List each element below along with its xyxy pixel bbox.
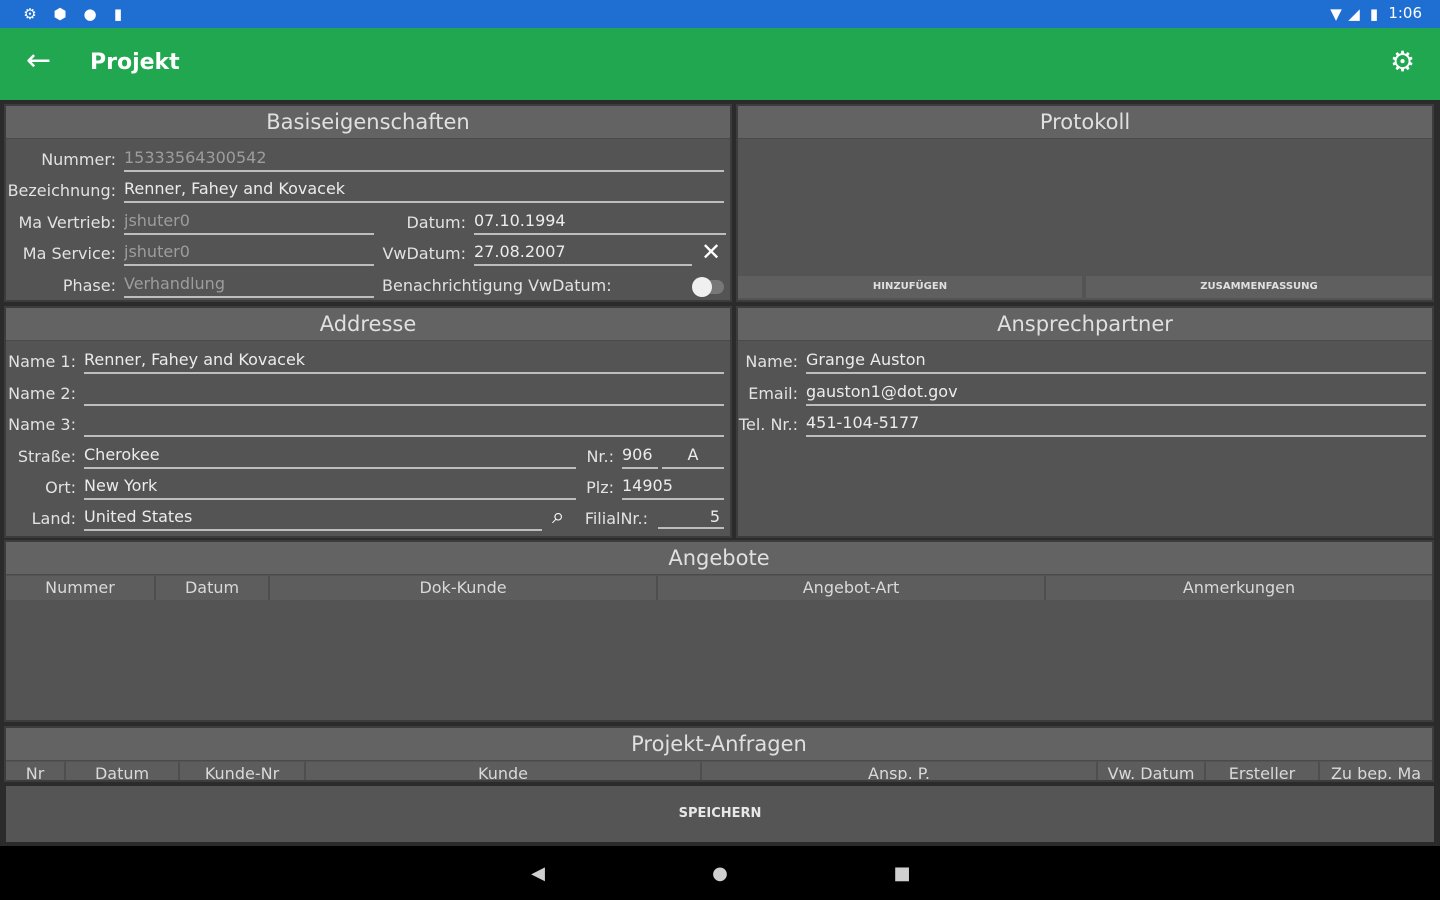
name3-label: Name 3: <box>8 415 76 434</box>
col-nummer[interactable]: Nummer <box>6 576 156 600</box>
hinzufuegen-button[interactable]: HINZUFÜGEN <box>738 276 1082 298</box>
filialnr-field[interactable]: 5 <box>658 507 724 529</box>
nr-label: Nr.: <box>586 447 614 466</box>
sd-card-icon: ▮ <box>113 5 123 23</box>
col-kunde[interactable]: Kunde <box>306 762 702 780</box>
battery-icon: ▮ <box>1369 5 1379 23</box>
contact-name-label: Name: <box>745 352 798 371</box>
col-nr[interactable]: Nr <box>6 762 66 780</box>
col-zu-bep-ma[interactable]: Zu bep. Ma <box>1320 762 1432 780</box>
vwdatum-label: VwDatum: <box>382 244 466 263</box>
basis-panel: Basiseigenschaften Nummer: 1533356430054… <box>4 104 732 302</box>
col-kunde-nr[interactable]: Kunde-Nr <box>180 762 306 780</box>
nr-field[interactable]: 906 <box>622 445 658 469</box>
back-arrow-icon[interactable]: ← <box>26 46 58 78</box>
contact-tel-field[interactable]: 451-104-5177 <box>806 413 1426 437</box>
bezeichnung-field[interactable]: Renner, Fahey and Kovacek <box>124 179 724 203</box>
ansprechpartner-panel: Ansprechpartner Name: Grange Auston Emai… <box>736 306 1434 538</box>
nummer-label: Nummer: <box>41 150 116 169</box>
toggle-knob <box>692 277 712 297</box>
col-datum[interactable]: Datum <box>156 576 270 600</box>
settings-gear-icon[interactable]: ⚙ <box>1390 48 1418 76</box>
ort-field[interactable]: New York <box>84 476 576 500</box>
ma-service-field[interactable]: jshuter0 <box>124 242 374 266</box>
name1-label: Name 1: <box>8 352 76 371</box>
strasse-label: Straße: <box>17 447 76 466</box>
col-vw-datum[interactable]: Vw. Datum <box>1098 762 1206 780</box>
angebote-table-header: Nummer Datum Dok-Kunde Angebot-Art Anmer… <box>6 576 1432 600</box>
contact-name-field[interactable]: Grange Auston <box>806 350 1426 374</box>
zusammenfassung-button[interactable]: ZUSAMMENFASSUNG <box>1086 276 1432 298</box>
settings-notification-icon: ⚙ <box>23 5 37 23</box>
col-ansp-p[interactable]: Ansp. P. <box>702 762 1098 780</box>
nr-suffix-field[interactable]: A <box>662 445 724 469</box>
contact-email-field[interactable]: gauston1@dot.gov <box>806 382 1426 406</box>
name3-field[interactable] <box>84 413 724 437</box>
ort-label: Ort: <box>45 478 76 497</box>
benachrichtigung-label: Benachrichtigung VwDatum: <box>382 276 612 295</box>
col-angebot-art[interactable]: Angebot-Art <box>658 576 1046 600</box>
nav-back-icon[interactable]: ◀ <box>528 864 548 884</box>
shield-icon: ⬢ <box>53 5 67 23</box>
anfragen-panel: Projekt-Anfragen Nr Datum Kunde-Nr Kunde… <box>4 726 1434 782</box>
name2-label: Name 2: <box>8 384 76 403</box>
land-field[interactable]: United States <box>84 507 542 531</box>
nav-recents-icon[interactable]: ■ <box>892 864 912 884</box>
filialnr-label: FilialNr.: <box>584 509 648 528</box>
wifi-icon: ▼ <box>1330 5 1342 23</box>
circle-status-icon: ● <box>83 5 97 23</box>
col-anfrage-datum[interactable]: Datum <box>66 762 180 780</box>
page-title: Projekt <box>90 50 180 75</box>
clear-vwdatum-icon[interactable]: ✕ <box>698 240 724 266</box>
contact-email-label: Email: <box>748 384 798 403</box>
datum-field[interactable]: 07.10.1994 <box>474 211 726 235</box>
name2-field[interactable] <box>84 382 724 406</box>
protokoll-title: Protokoll <box>738 106 1432 139</box>
name1-field[interactable]: Renner, Fahey and Kovacek <box>84 350 724 374</box>
ansprechpartner-title: Ansprechpartner <box>738 308 1432 341</box>
ma-service-label: Ma Service: <box>22 244 116 263</box>
app-bar: ← Projekt ⚙ <box>0 28 1440 100</box>
contact-tel-label: Tel. Nr.: <box>738 415 798 434</box>
status-time: 1:06 <box>1388 4 1422 22</box>
nav-home-icon[interactable]: ● <box>710 864 730 884</box>
strasse-field[interactable]: Cherokee <box>84 445 576 469</box>
adresse-title: Addresse <box>6 308 730 341</box>
plz-field[interactable]: 14905 <box>622 476 724 500</box>
datum-label: Datum: <box>406 213 466 232</box>
angebote-title: Angebote <box>6 542 1432 575</box>
system-nav-bar: ◀ ● ■ <box>0 846 1440 900</box>
benachrichtigung-toggle[interactable] <box>692 277 724 297</box>
col-dok-kunde[interactable]: Dok-Kunde <box>270 576 658 600</box>
plz-label: Plz: <box>586 478 614 497</box>
adresse-panel: Addresse Name 1: Renner, Fahey and Kovac… <box>4 306 732 538</box>
save-button[interactable]: SPEICHERN <box>6 786 1434 842</box>
anfragen-title: Projekt-Anfragen <box>6 728 1432 761</box>
vwdatum-field[interactable]: 27.08.2007 <box>474 242 692 266</box>
signal-icon: ◢ <box>1348 5 1360 23</box>
anfragen-table-header: Nr Datum Kunde-Nr Kunde Ansp. P. Vw. Dat… <box>6 762 1432 780</box>
col-anmerkungen[interactable]: Anmerkungen <box>1046 576 1432 600</box>
protokoll-panel: Protokoll HINZUFÜGEN ZUSAMMENFASSUNG <box>736 104 1434 302</box>
search-icon[interactable]: ⌕ <box>552 506 576 530</box>
angebote-panel: Angebote Nummer Datum Dok-Kunde Angebot-… <box>4 540 1434 722</box>
nummer-field[interactable]: 15333564300542 <box>124 148 724 172</box>
bezeichnung-label: Bezeichnung: <box>7 181 116 200</box>
col-ersteller[interactable]: Ersteller <box>1206 762 1320 780</box>
land-label: Land: <box>31 509 76 528</box>
status-bar: ⚙ ⬢ ● ▮ ▼ ◢ ▮ 1:06 <box>0 0 1440 28</box>
ma-vertrieb-field[interactable]: jshuter0 <box>124 211 374 235</box>
ma-vertrieb-label: Ma Vertrieb: <box>18 213 116 232</box>
phase-label: Phase: <box>62 276 116 295</box>
basis-title: Basiseigenschaften <box>6 106 730 139</box>
phase-field[interactable]: Verhandlung <box>124 274 374 298</box>
